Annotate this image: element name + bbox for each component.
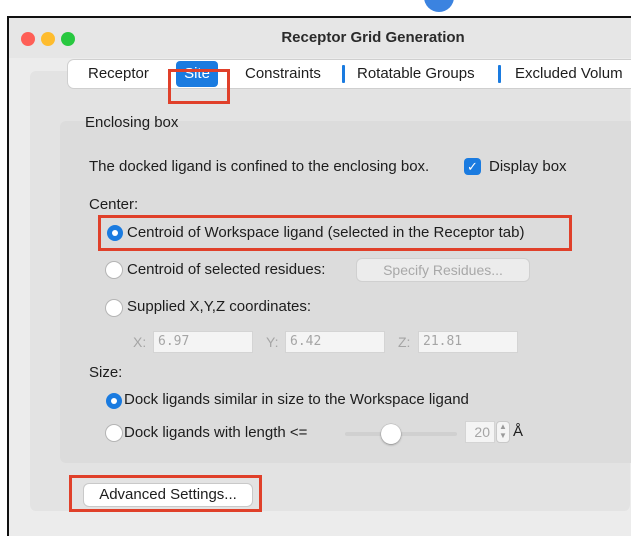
- x-coordinate-label: X:: [133, 334, 147, 350]
- length-label[interactable]: Dock ligands with length <=: [124, 424, 307, 441]
- tab-separator: [498, 65, 501, 83]
- site-tab-highlight: [168, 69, 230, 104]
- similar-size-radio[interactable]: [106, 393, 122, 409]
- window-title: Receptor Grid Generation: [281, 29, 465, 46]
- centroid-workspace-label[interactable]: Centroid of Workspace ligand (selected i…: [127, 224, 524, 241]
- tab-bar: Receptor Site Constraints Rotatable Grou…: [68, 60, 631, 88]
- tab-constraints[interactable]: Constraints: [245, 60, 321, 88]
- enclosing-box-label: Enclosing box: [85, 114, 179, 131]
- size-label: Size:: [89, 364, 123, 381]
- specify-residues-button[interactable]: Specify Residues...: [357, 259, 529, 281]
- display-box-checkbox[interactable]: ✓: [464, 158, 481, 175]
- app-icon-fragment: [424, 0, 454, 12]
- y-coordinate-field[interactable]: 6.42: [285, 331, 385, 353]
- x-coordinate-field[interactable]: 6.97: [153, 331, 253, 353]
- advanced-settings-highlight: [69, 475, 262, 512]
- length-unit-label: Å: [513, 423, 524, 440]
- centroid-residues-label[interactable]: Centroid of selected residues:: [127, 261, 325, 278]
- tab-rotatable-groups[interactable]: Rotatable Groups: [357, 60, 475, 88]
- z-coordinate-label: Z:: [398, 334, 411, 350]
- tab-receptor[interactable]: Receptor: [88, 60, 149, 88]
- title-bar: Receptor Grid Generation: [9, 18, 631, 58]
- similar-size-label[interactable]: Dock ligands similar in size to the Work…: [124, 391, 469, 408]
- display-box-label[interactable]: Display box: [489, 158, 567, 175]
- centroid-residues-radio[interactable]: [106, 262, 122, 278]
- centroid-workspace-radio[interactable]: [107, 225, 123, 241]
- length-value-field[interactable]: 20: [465, 421, 495, 443]
- y-coordinate-label: Y:: [266, 334, 279, 350]
- center-label: Center:: [89, 196, 139, 213]
- length-radio[interactable]: [106, 425, 122, 441]
- supplied-coordinates-radio[interactable]: [106, 300, 122, 316]
- length-slider-knob[interactable]: [381, 424, 401, 444]
- length-stepper[interactable]: ▲ ▼: [496, 421, 510, 443]
- z-coordinate-field[interactable]: 21.81: [418, 331, 518, 353]
- supplied-coordinates-label[interactable]: Supplied X,Y,Z coordinates:: [127, 298, 311, 315]
- tab-separator: [342, 65, 345, 83]
- length-slider-track[interactable]: [345, 432, 457, 436]
- enclosing-box-description: The docked ligand is confined to the enc…: [89, 158, 430, 175]
- tab-excluded-volumes[interactable]: Excluded Volum: [515, 60, 623, 88]
